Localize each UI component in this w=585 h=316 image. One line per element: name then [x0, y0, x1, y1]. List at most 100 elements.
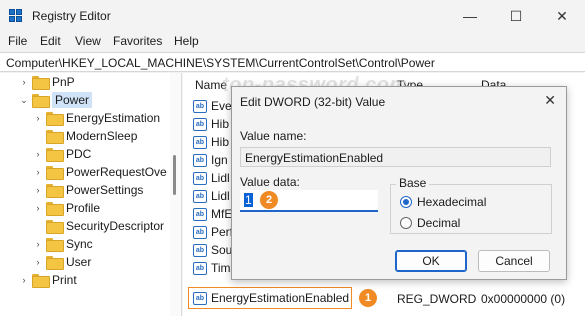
tree-item-label: Power: [52, 92, 93, 108]
reg-binary-icon: ab: [193, 225, 207, 239]
step-badge-1: 1: [359, 289, 377, 307]
tree-item-label: PDC: [66, 147, 92, 161]
address-bar[interactable]: Computer\HKEY_LOCAL_MACHINE\SYSTEM\Curre…: [0, 52, 585, 72]
reg-binary-icon: ab: [193, 261, 207, 275]
chevron-right-icon[interactable]: ›: [18, 77, 30, 87]
maximize-button[interactable]: ☐: [493, 0, 539, 32]
tree-item-powersettings[interactable]: › PowerSettings: [32, 181, 143, 199]
ok-button[interactable]: OK: [395, 250, 467, 272]
dialog-title: Edit DWORD (32-bit) Value: [240, 95, 386, 109]
tree-item-power[interactable]: ⌄ Power: [18, 91, 93, 109]
value-name: Sou: [211, 243, 233, 257]
chevron-right-icon[interactable]: ›: [32, 149, 44, 159]
chevron-right-icon[interactable]: ›: [32, 167, 44, 177]
tree-item-print[interactable]: › Print: [18, 271, 77, 289]
tree-item-user[interactable]: › User: [32, 253, 91, 271]
dialog-close-icon[interactable]: ✕: [544, 92, 556, 109]
folder-icon: [46, 130, 64, 144]
minimize-button[interactable]: —: [447, 0, 493, 32]
selected-value[interactable]: ab EnergyEstimationEnabled: [193, 289, 349, 307]
tree-item-modernsleep[interactable]: ModernSleep: [32, 127, 137, 145]
title-bar: Registry Editor — ☐ ✕: [0, 0, 585, 32]
selected-value-data: 0x00000000 (0): [481, 292, 566, 306]
chevron-right-icon[interactable]: ›: [32, 113, 44, 123]
close-button[interactable]: ✕: [539, 0, 585, 32]
radio-decimal[interactable]: Decimal: [400, 216, 460, 230]
value-name: Ign: [211, 153, 228, 167]
reg-binary-icon: ab: [193, 189, 207, 203]
tree-item-label: PnP: [52, 75, 75, 89]
folder-icon: [46, 112, 64, 126]
list-item[interactable]: ab Lidl: [193, 169, 230, 187]
menu-view[interactable]: View: [75, 34, 101, 48]
chevron-right-icon[interactable]: ›: [32, 185, 44, 195]
chevron-right-icon[interactable]: ›: [32, 239, 44, 249]
radio-selected-icon[interactable]: [400, 196, 412, 208]
value-data-label: Value data:: [240, 175, 300, 189]
reg-binary-icon: ab: [193, 153, 207, 167]
menu-bar: File Edit View Favorites Help: [0, 32, 585, 52]
tree-item-powerrequestoverride[interactable]: › PowerRequestOve: [32, 163, 167, 181]
list-item[interactable]: ab Lidl: [193, 187, 230, 205]
window-title: Registry Editor: [32, 9, 111, 23]
folder-icon: [46, 238, 64, 252]
tree-item-sync[interactable]: › Sync: [32, 235, 93, 253]
value-name: Lidl: [211, 189, 230, 203]
reg-binary-icon: ab: [193, 135, 207, 149]
chevron-right-icon[interactable]: ›: [18, 275, 30, 285]
list-item[interactable]: ab Tim: [193, 259, 231, 277]
edit-dword-dialog: Edit DWORD (32-bit) Value ✕ Value name: …: [231, 86, 567, 280]
tree-item-pnp[interactable]: › PnP: [18, 73, 75, 91]
folder-icon: [46, 148, 64, 162]
menu-favorites[interactable]: Favorites: [113, 34, 162, 48]
menu-file[interactable]: File: [8, 34, 27, 48]
tree-item-label: PowerRequestOve: [66, 165, 167, 179]
radio-label: Hexadecimal: [417, 195, 487, 209]
reg-binary-icon: ab: [193, 117, 207, 131]
tree-item-label: User: [66, 255, 92, 269]
menu-edit[interactable]: Edit: [40, 34, 61, 48]
value-name: Lidl: [211, 171, 230, 185]
chevron-right-icon[interactable]: ›: [32, 257, 44, 267]
folder-icon: [32, 76, 50, 90]
radio-hexadecimal[interactable]: Hexadecimal: [400, 195, 486, 209]
tree-item-label: EnergyEstimation: [66, 111, 161, 125]
folder-icon: [46, 256, 64, 270]
tree-scrollbar[interactable]: [170, 73, 181, 316]
value-name-label: Value name:: [240, 129, 307, 143]
value-name: Tim: [211, 261, 231, 275]
value-data-text: 1: [244, 193, 253, 207]
value-name: Eve: [211, 99, 232, 113]
tree-item-label: ModernSleep: [66, 129, 138, 143]
list-item[interactable]: ab Hib: [193, 133, 229, 151]
chevron-down-icon[interactable]: ⌄: [18, 95, 30, 106]
list-item[interactable]: ab Ign: [193, 151, 228, 169]
selected-value-type: REG_DWORD: [397, 292, 477, 306]
selected-value-row[interactable]: ab EnergyEstimationEnabled: [188, 287, 352, 309]
scrollbar-thumb[interactable]: [173, 155, 176, 195]
tree-item-label: Print: [52, 273, 77, 287]
base-label: Base: [396, 176, 430, 190]
step-badge-2: 2: [260, 191, 278, 209]
reg-binary-icon: ab: [193, 207, 207, 221]
list-item[interactable]: ab MfE: [193, 205, 232, 223]
menu-help[interactable]: Help: [174, 34, 199, 48]
tree-pane: › PnP ⌄ Power › EnergyEstimation ModernSlee…: [0, 73, 182, 316]
folder-icon: [46, 202, 64, 216]
cancel-button[interactable]: Cancel: [478, 250, 550, 272]
radio-unselected-icon[interactable]: [400, 217, 412, 229]
tree-item-profile[interactable]: › Profile: [32, 199, 100, 217]
tree-item-label: PowerSettings: [66, 183, 144, 197]
value-name: Perf: [211, 225, 234, 239]
tree-item-pdc[interactable]: › PDC: [32, 145, 91, 163]
chevron-right-icon[interactable]: ›: [32, 203, 44, 213]
reg-binary-icon: ab: [193, 171, 207, 185]
tree-item-energyestimation[interactable]: › EnergyEstimation: [32, 109, 160, 127]
list-item[interactable]: ab Sou: [193, 241, 232, 259]
folder-icon: [32, 274, 50, 288]
address-path: Computer\HKEY_LOCAL_MACHINE\SYSTEM\Curre…: [6, 56, 435, 70]
list-item[interactable]: ab Eve: [193, 97, 232, 115]
tree-item-securitydescriptors[interactable]: SecurityDescriptor: [32, 217, 164, 235]
list-item[interactable]: ab Perf: [193, 223, 233, 241]
list-item[interactable]: ab Hib: [193, 115, 229, 133]
